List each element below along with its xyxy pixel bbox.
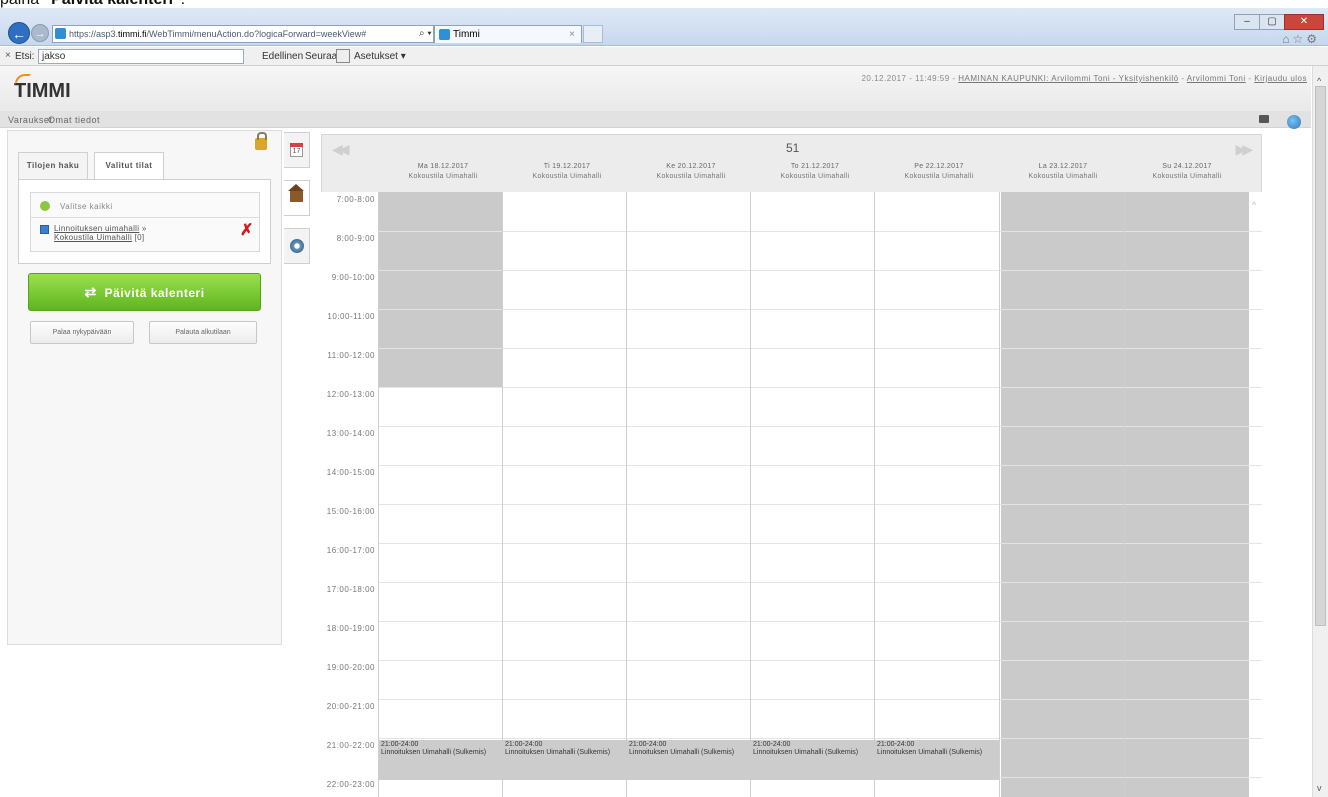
time-label: 7:00-8:00 [336,195,375,204]
time-label: 21:00-22:00 [326,741,375,750]
time-label: 8:00-9:00 [336,234,375,243]
day-header: To 21.12.2017 Kokoustila Uimahalli [780,163,850,180]
lock-icon[interactable] [255,132,267,150]
minimize-icon[interactable]: – [1234,14,1260,30]
cart-icon[interactable] [1259,115,1269,123]
find-options-icon[interactable] [336,49,350,63]
time-label: 18:00-19:00 [326,624,375,633]
tab-favicon-icon [439,29,450,40]
time-label: 10:00-11:00 [327,312,375,321]
calendar-scroll-up-icon[interactable]: ^ [1252,200,1256,210]
day-header: Su 24.12.2017 Kokoustila Uimahalli [1152,163,1222,180]
calendar-grid: 7:00-8:00 8:00-9:00 9:00-10:00 10:00-11:… [321,192,1262,797]
find-close-icon[interactable]: × [5,50,11,61]
day-column[interactable] [874,192,999,797]
time-label: 11:00-12:00 [327,351,375,360]
tab-close-icon[interactable]: × [569,26,575,43]
next-week-icon[interactable]: ▶▶ [1235,141,1252,158]
day-header: Ti 19.12.2017 Kokoustila Uimahalli [532,163,602,180]
refresh-calendar-button[interactable]: ⇄ Päivitä kalenteri [28,273,261,311]
time-label: 9:00-10:00 [331,273,375,282]
calendar-event[interactable]: 21:00-24:00 Linnoituksen Uimahalli (Sulke… [503,740,627,780]
maximize-icon[interactable]: ▢ [1259,14,1285,30]
header-user-link[interactable]: Arvilommi Toni [1187,74,1246,83]
time-label: 20:00-21:00 [326,702,375,711]
browser-chrome: ← → https://asp3.timmi.fi/WebTimmi/menuA… [0,8,1328,46]
time-label: 22:00-23:00 [326,780,375,789]
window-controls: – ▢ ✕ [1234,14,1324,30]
back-arrow-icon[interactable]: ← [8,22,30,44]
side-tab-calendar[interactable]: 17 [284,132,310,168]
day-header: Ke 20.12.2017 Kokoustila Uimahalli [656,163,726,180]
time-label: 16:00-17:00 [326,546,375,555]
browser-tab-timmi[interactable]: Timmi × [434,25,582,43]
globe-icon[interactable] [1287,115,1301,129]
tab-tilojen-haku[interactable]: Tilojen haku [18,152,88,180]
calendar-event[interactable]: 21:00-24:00 Linnoituksen Uimahalli (Sulke… [751,740,875,780]
site-favicon-icon [55,28,66,39]
reset-button[interactable]: Palauta alkutilaan [149,321,257,344]
day-column[interactable] [1124,192,1249,797]
scroll-up-icon[interactable]: ^ [1317,76,1321,86]
page-scrollbar[interactable]: ^ v [1312,66,1328,797]
find-label: Etsi: [15,51,35,62]
address-bar[interactable]: https://asp3.timmi.fi/WebTimmi/menuActio… [52,25,434,43]
room-checkbox[interactable] [40,225,49,234]
new-tab-button[interactable] [583,25,603,43]
calendar-event[interactable]: 21:00-24:00 Linnoituksen Uimahalli (Sulke… [627,740,751,780]
time-label: 12:00-13:00 [326,390,375,399]
day-column[interactable] [378,192,503,797]
day-column[interactable] [502,192,627,797]
day-column[interactable] [750,192,875,797]
header-org-link[interactable]: HAMINAN KAUPUNKI: Arvilommi Toni - Yksit… [958,74,1178,83]
time-label: 14:00-15:00 [326,468,375,477]
time-label: 19:00-20:00 [326,663,375,672]
address-bar-icons[interactable]: ⌕ ▾ 🔒 ↻ [415,26,433,42]
scroll-thumb[interactable] [1315,86,1326,626]
find-bar: × Etsi: jakso Edellinen Seuraava Asetuks… [0,47,1328,66]
close-window-icon[interactable]: ✕ [1284,14,1324,30]
calendar-header: ◀◀ 51 ▶▶ Ma 18.12.2017 Kokoustila Uimahal… [321,134,1262,192]
logo-swoosh-icon [15,74,31,84]
day-column[interactable] [626,192,751,797]
find-options-button[interactable]: Asetukset ▾ [354,51,406,62]
home-star-gear-icons[interactable]: ⌂☆⚙ [1282,32,1320,46]
find-previous-button[interactable]: Edellinen [262,51,303,62]
logout-link[interactable]: Kirjaudu ulos [1254,74,1307,83]
swap-arrows-icon: ⇄ [84,284,97,300]
week-number: 51 [786,141,800,155]
time-label: 17:00-18:00 [326,585,375,594]
scroll-down-icon[interactable]: v [1317,783,1322,793]
check-circle-icon [40,201,50,211]
day-header: Pe 22.12.2017 Kokoustila Uimahalli [904,163,974,180]
app-header: TIMMI 20.12.2017 - 11:49:59 - HAMINAN KA… [0,66,1311,111]
calendar-event[interactable]: 21:00-24:00 Linnoituksen Uimahalli (Sulke… [379,740,503,780]
tab-valitut-tilat[interactable]: Valitut tilat [94,152,164,180]
timmi-logo[interactable]: TIMMI [14,74,71,103]
select-all-row[interactable]: Valitse kaikki [30,196,260,218]
side-tab-settings[interactable] [284,228,310,264]
time-label: 15:00-16:00 [326,507,375,516]
time-label: 13:00-14:00 [326,429,375,438]
side-tab-home[interactable] [284,180,310,216]
app-nav: Varaukset Omat tiedot [0,111,1311,129]
day-header: Ma 18.12.2017 Kokoustila Uimahalli [408,163,478,180]
gear-icon [290,239,304,253]
nav-omat-tiedot[interactable]: Omat tiedot [48,115,100,125]
calendar-icon: 17 [290,143,303,157]
room-item-label[interactable]: Linnoituksen uimahalli » Kokoustila Uima… [54,224,147,242]
header-user-info: 20.12.2017 - 11:49:59 - HAMINAN KAUPUNKI… [861,74,1307,83]
remove-x-icon[interactable]: ✗ [240,220,253,240]
forward-arrow-icon[interactable]: → [31,24,49,42]
back-to-today-button[interactable]: Palaa nykypäivään [30,321,134,344]
calendar-event[interactable]: 21:00-24:00 Linnoituksen Uimahalli (Sulke… [875,740,999,780]
day-header: La 23.12.2017 Kokoustila Uimahalli [1028,163,1098,180]
prev-week-icon[interactable]: ◀◀ [332,141,349,158]
nav-varaukset[interactable]: Varaukset [8,115,52,125]
find-input[interactable]: jakso [38,49,244,64]
day-column[interactable] [999,192,1124,797]
house-icon [288,184,304,202]
